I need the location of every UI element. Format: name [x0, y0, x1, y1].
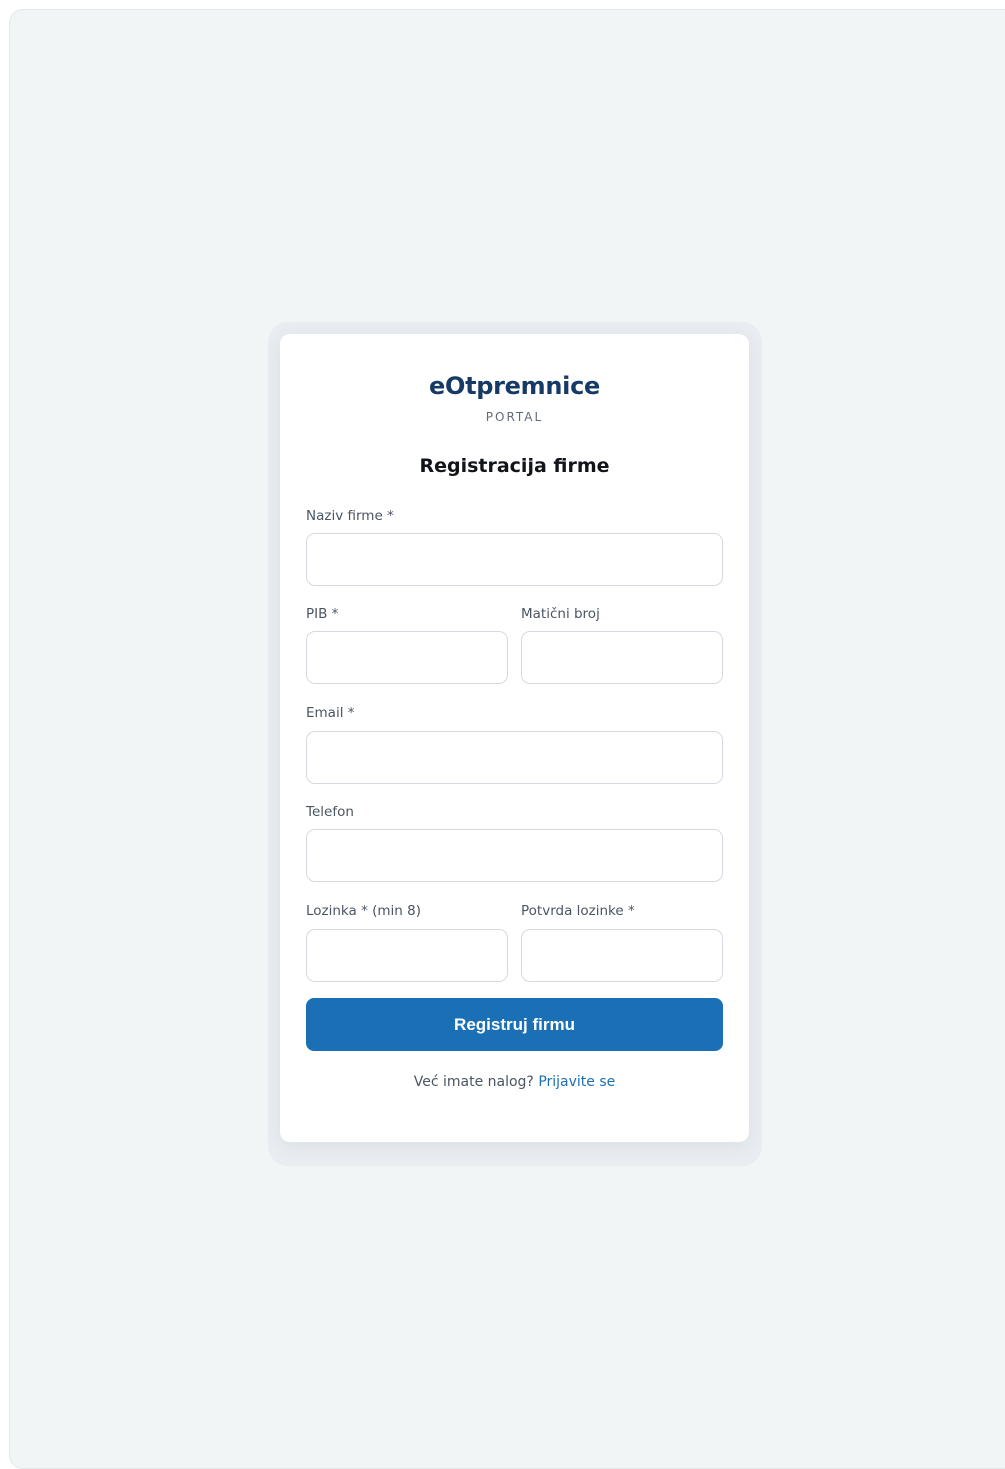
login-link[interactable]: Prijavite se	[538, 1074, 615, 1090]
password-label: Lozinka * (min 8)	[306, 903, 421, 919]
registration-card: eOtpremnice PORTAL Registracija firme Na…	[280, 334, 749, 1142]
phone-input[interactable]	[306, 829, 723, 882]
page-title: Registracija firme	[419, 455, 610, 477]
registration-number-label: Matični broj	[521, 606, 600, 622]
login-prompt-text: Već imate nalog?	[413, 1074, 534, 1090]
pib-input[interactable]	[306, 631, 508, 684]
password-confirm-label: Potvrda lozinke *	[521, 903, 635, 919]
login-prompt: Već imate nalog? Prijavite se	[280, 1074, 749, 1090]
registration-number-input[interactable]	[521, 631, 723, 684]
brand-logo-text: eOtpremnice	[429, 372, 600, 400]
brand-subtitle: PORTAL	[485, 410, 544, 424]
company-name-input[interactable]	[306, 533, 723, 586]
password-input[interactable]	[306, 929, 508, 982]
register-company-button[interactable]: Registruj firmu	[306, 998, 723, 1051]
phone-label: Telefon	[306, 804, 354, 820]
email-label: Email *	[306, 705, 355, 721]
pib-label: PIB *	[306, 606, 339, 622]
company-name-label: Naziv firme *	[306, 508, 394, 524]
password-confirm-input[interactable]	[521, 929, 723, 982]
email-input[interactable]	[306, 731, 723, 784]
